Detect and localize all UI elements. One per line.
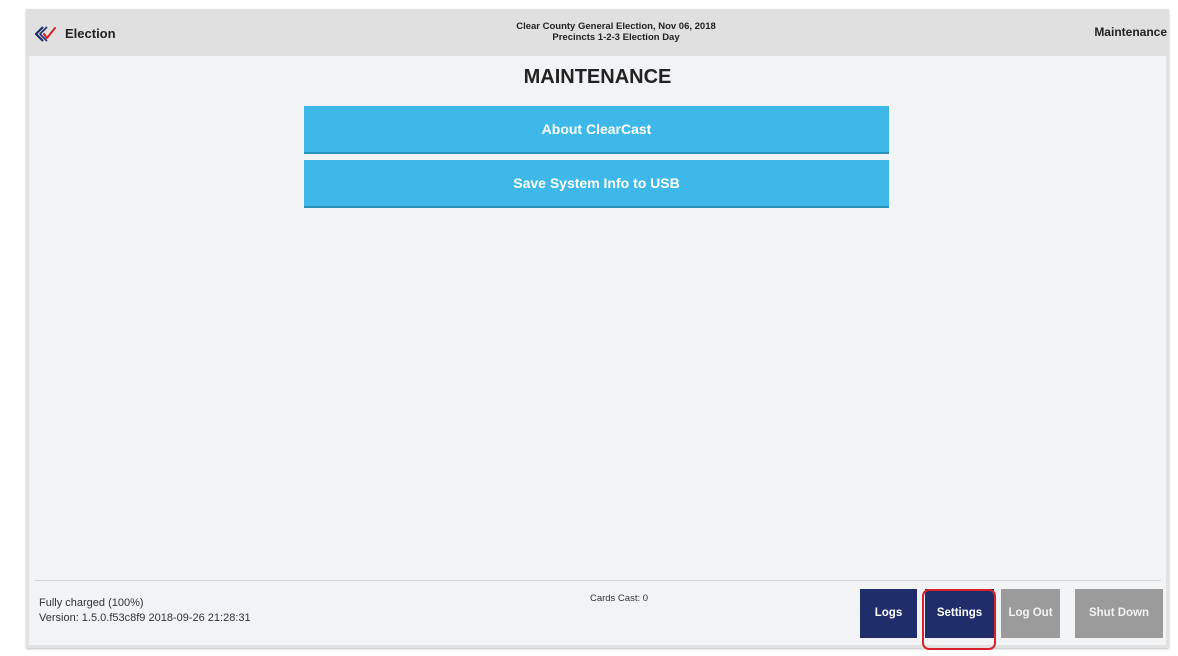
election-info: Clear County General Election, Nov 06, 2… bbox=[26, 21, 1178, 43]
app-window: Election Clear County General Election, … bbox=[26, 9, 1169, 650]
version-info: Version: 1.5.0.f53c8f9 2018-09-26 21:28:… bbox=[39, 612, 251, 624]
top-bar: Election Clear County General Election, … bbox=[26, 9, 1169, 56]
about-clearcast-button[interactable]: About ClearCast bbox=[304, 106, 889, 154]
screen-name: Maintenance bbox=[1094, 25, 1167, 39]
precinct-line: Precincts 1-2-3 Election Day bbox=[552, 32, 680, 43]
shut-down-button[interactable]: Shut Down bbox=[1075, 589, 1163, 638]
save-system-info-button[interactable]: Save System Info to USB bbox=[304, 160, 889, 208]
footer-divider bbox=[35, 580, 1161, 581]
logs-button[interactable]: Logs bbox=[860, 589, 917, 638]
page-title: MAINTENANCE bbox=[523, 66, 672, 88]
settings-button[interactable]: Settings bbox=[925, 589, 994, 638]
main-content: MAINTENANCE About ClearCast Save System … bbox=[29, 56, 1166, 650]
log-out-button[interactable]: Log Out bbox=[1001, 589, 1060, 638]
election-title: Clear County General Election, Nov 06, 2… bbox=[516, 21, 716, 32]
